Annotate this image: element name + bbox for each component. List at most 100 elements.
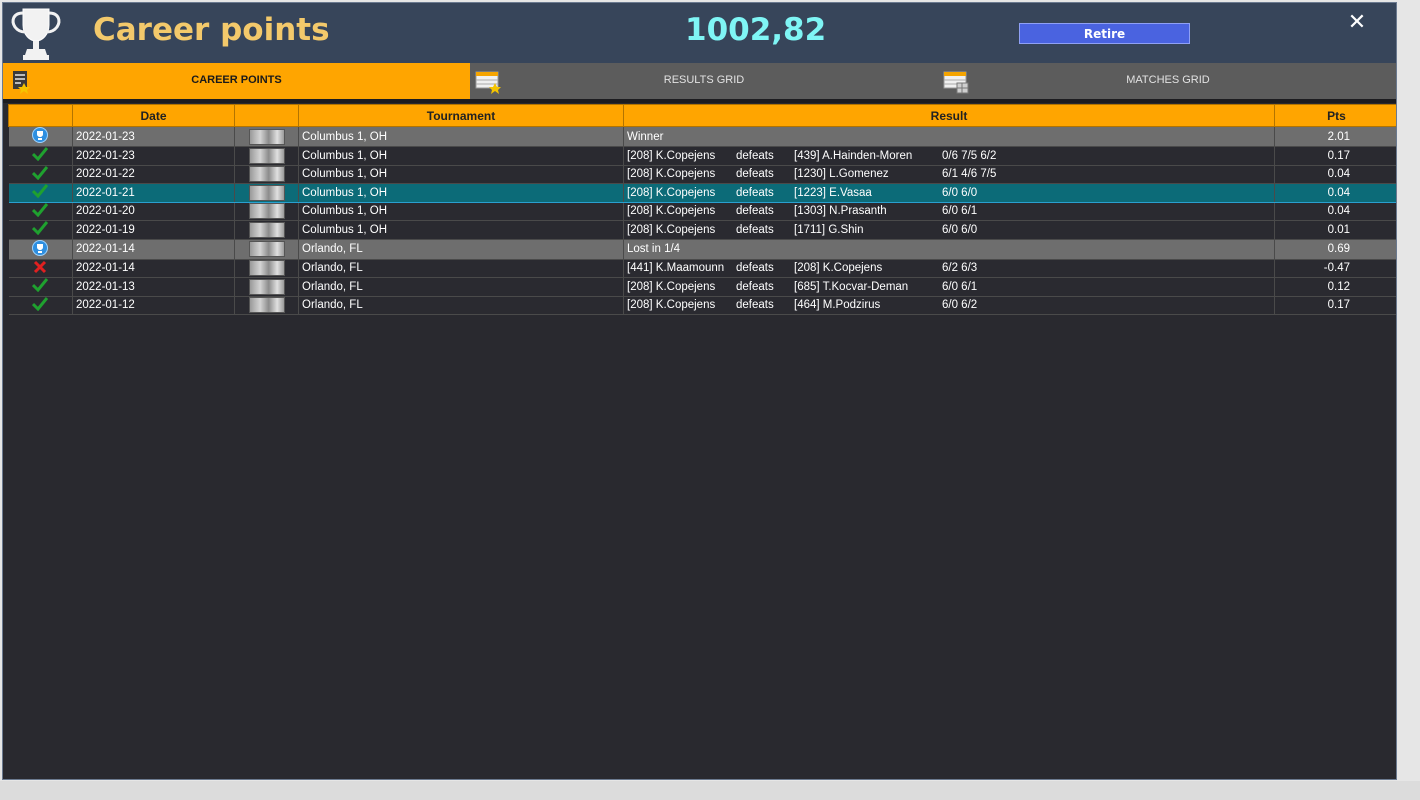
- pts-cell: 0.04: [1274, 165, 1396, 184]
- result-verb: defeats: [736, 280, 774, 293]
- pts-cell: 0.01: [1274, 220, 1396, 240]
- column-header-tournament[interactable]: Tournament: [298, 104, 624, 127]
- check-icon: [32, 184, 49, 201]
- pts-cell: 0.17: [1274, 146, 1396, 166]
- column-header-pts[interactable]: Pts: [1274, 104, 1396, 127]
- loser-player: [464] M.Podzirus: [794, 299, 881, 312]
- table-row[interactable]: 2022-01-14 Orlando, FL [441] K.Maamounn def…: [8, 259, 1396, 278]
- winner-player: [208] K.Copejens: [627, 149, 716, 162]
- match-score: 6/1 4/6 7/5: [942, 168, 997, 181]
- pts-cell: 2.01: [1274, 126, 1396, 147]
- column-header-icon[interactable]: [8, 104, 73, 127]
- result-cell: [208] K.Copejens defeats [1230] L.Gomenez 6…: [623, 165, 1275, 184]
- loser-player: [208] K.Copejens: [794, 262, 883, 275]
- match-score: 6/0 6/0: [942, 223, 978, 236]
- tournament-logo-thumbnail: [248, 278, 285, 295]
- tab-divider: [3, 99, 1396, 103]
- winner-player: [208] K.Copejens: [627, 186, 716, 199]
- table-row[interactable]: 2022-01-22 Columbus 1, OH [208] K.Copejens…: [8, 165, 1396, 184]
- result-cell: Winner: [623, 126, 1275, 147]
- trophy-icon: [11, 8, 61, 60]
- match-score: 6/0 6/1: [942, 205, 978, 218]
- row-status-cell: [8, 126, 73, 147]
- match-score: 6/0 6/1: [942, 280, 978, 293]
- close-icon[interactable]: ✕: [1347, 12, 1367, 34]
- pts-cell: 0.17: [1274, 296, 1396, 315]
- tab-label: RESULTS GRID: [663, 74, 745, 86]
- loser-player: [1303] N.Prasanth: [794, 205, 887, 218]
- result-verb: defeats: [736, 299, 774, 312]
- result-verb: defeats: [736, 223, 774, 236]
- tournament-cell: Orlando, FL: [298, 239, 624, 260]
- table-row[interactable]: 2022-01-23 Columbus 1, OH [208] K.Copejens…: [8, 146, 1396, 166]
- table-row[interactable]: 2022-01-23 Columbus 1, OH Winner 2.01: [8, 126, 1396, 147]
- career-points-window: Career points 1002,82 Retire ✕ CAREER PO…: [2, 2, 1397, 780]
- tournament-cell: Orlando, FL: [298, 277, 624, 297]
- pts-cell: -0.47: [1274, 259, 1396, 278]
- match-score: 6/0 6/2: [942, 299, 978, 312]
- tournament-logo-thumbnail: [248, 260, 285, 277]
- tournament-logo-cell: [234, 183, 299, 203]
- tab-label: MATCHES GRID: [1126, 74, 1210, 86]
- table-row[interactable]: 2022-01-13 Orlando, FL [208] K.Copejens def…: [8, 277, 1396, 297]
- table-row[interactable]: 2022-01-14 Orlando, FL Lost in 1/4 0.69: [8, 239, 1396, 260]
- loser-player: [1711] G.Shin: [794, 223, 864, 236]
- check-icon: [32, 296, 49, 314]
- match-score: 0/6 7/5 6/2: [942, 149, 997, 162]
- table-header-row: Date Tournament Result Pts: [8, 104, 1396, 127]
- career-points-total: 1002,82: [685, 12, 827, 48]
- row-status-cell: [8, 183, 73, 203]
- winner-player: [208] K.Copejens: [627, 280, 716, 293]
- tournament-cell: Columbus 1, OH: [298, 165, 624, 184]
- result-verb: defeats: [736, 262, 774, 275]
- date-cell: 2022-01-22: [72, 165, 235, 184]
- pts-cell: 0.04: [1274, 202, 1396, 221]
- tournament-cell: Columbus 1, OH: [298, 146, 624, 166]
- column-header-date[interactable]: Date: [72, 104, 235, 127]
- tournament-logo-thumbnail: [248, 241, 285, 257]
- date-cell: 2022-01-23: [72, 126, 235, 147]
- tab-results-grid[interactable]: RESULTS GRID: [470, 63, 938, 99]
- tournament-logo-cell: [234, 146, 299, 166]
- result-verb: defeats: [736, 205, 774, 218]
- loser-player: [685] T.Kocvar-Deman: [794, 280, 909, 293]
- row-status-cell: [8, 259, 73, 278]
- check-icon: [32, 221, 49, 238]
- row-status-cell: [8, 277, 73, 297]
- tournament-cell: Columbus 1, OH: [298, 202, 624, 221]
- column-header-logo[interactable]: [234, 104, 299, 127]
- header-bar: Career points 1002,82 Retire ✕: [3, 3, 1396, 63]
- tournament-logo-thumbnail: [248, 147, 285, 164]
- row-status-cell: [8, 239, 73, 260]
- column-header-result[interactable]: Result: [623, 104, 1275, 127]
- date-cell: 2022-01-13: [72, 277, 235, 297]
- date-cell: 2022-01-14: [72, 259, 235, 278]
- row-status-cell: [8, 220, 73, 240]
- table-row[interactable]: 2022-01-12 Orlando, FL [208] K.Copejens def…: [8, 296, 1396, 315]
- tournament-logo-cell: [234, 259, 299, 278]
- loser-player: [1230] L.Gomenez: [794, 168, 889, 181]
- table-row[interactable]: 2022-01-20 Columbus 1, OH [208] K.Copejens…: [8, 202, 1396, 221]
- retire-button[interactable]: Retire: [1019, 23, 1190, 44]
- result-text: Winner: [627, 130, 664, 143]
- check-icon: [32, 202, 49, 220]
- date-cell: 2022-01-21: [72, 183, 235, 203]
- date-cell: 2022-01-14: [72, 239, 235, 260]
- row-status-cell: [8, 202, 73, 221]
- check-icon: [32, 165, 49, 183]
- row-status-cell: [8, 165, 73, 184]
- table-row[interactable]: 2022-01-21 Columbus 1, OH [208] K.Copejens…: [8, 183, 1396, 203]
- tab-matches-grid[interactable]: MATCHES GRID: [938, 63, 1396, 99]
- taskbar-strip: [0, 781, 1420, 800]
- check-icon: [32, 147, 49, 164]
- tab-career-points[interactable]: CAREER POINTS: [3, 63, 470, 99]
- trophy-medal-icon: [32, 127, 49, 146]
- tournament-logo-thumbnail: [248, 128, 285, 145]
- result-cell: [441] K.Maamounn defeats [208] K.Copejens 6…: [623, 259, 1275, 278]
- match-score: 6/0 6/0: [942, 186, 978, 199]
- date-cell: 2022-01-23: [72, 146, 235, 166]
- pts-cell: 0.69: [1274, 239, 1396, 260]
- date-cell: 2022-01-12: [72, 296, 235, 315]
- table-row[interactable]: 2022-01-19 Columbus 1, OH [208] K.Copejens…: [8, 220, 1396, 240]
- tournament-logo-thumbnail: [248, 203, 285, 220]
